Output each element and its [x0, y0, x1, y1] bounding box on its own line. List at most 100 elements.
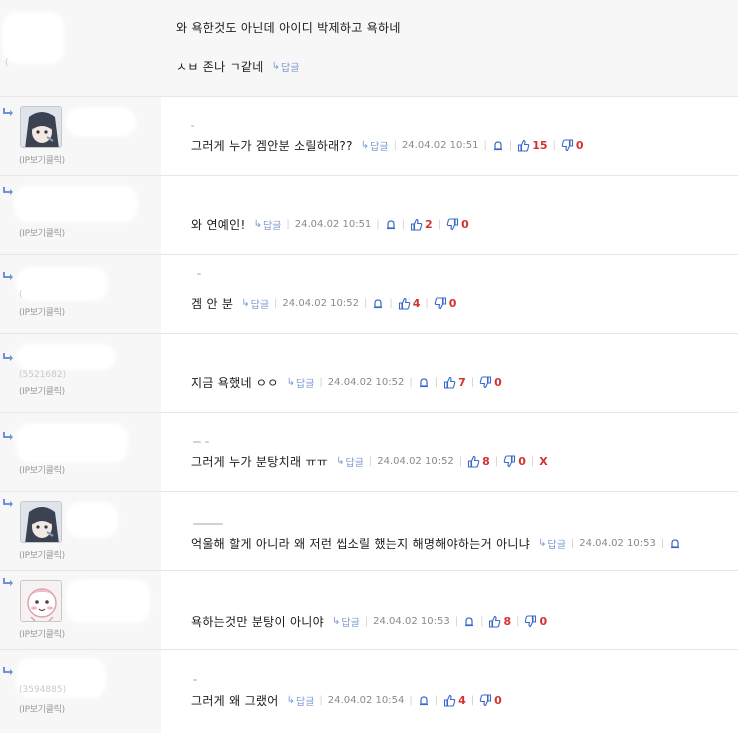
delete-button[interactable]: X — [539, 455, 547, 468]
upvote-count: 7 — [458, 376, 466, 389]
thumbs-down-icon[interactable] — [479, 376, 492, 389]
ip-view-link[interactable]: (IP보기클릭) — [19, 226, 65, 239]
parent-text-line-1: 와 욕한것도 아닌데 아이디 박제하고 욕하네 — [176, 19, 401, 36]
timestamp: 24.04.02 10:51 — [401, 140, 479, 151]
bell-icon[interactable] — [372, 298, 384, 310]
bell-icon[interactable] — [492, 140, 504, 152]
separator: | — [470, 695, 475, 706]
downvote-count: 0 — [494, 376, 502, 389]
thumbs-down-icon[interactable] — [446, 218, 459, 231]
comment-text: 와 연예인! — [191, 218, 246, 232]
upvote-count: 15 — [532, 139, 548, 152]
reply-button[interactable]: ↳ 답글 — [336, 454, 364, 469]
comment-body — [161, 571, 738, 649]
separator: | — [570, 538, 575, 549]
reply-button[interactable]: ↳ 답글 — [287, 693, 315, 708]
separator: | — [516, 616, 520, 627]
bell-icon[interactable] — [418, 377, 430, 389]
divider-mark — [193, 523, 223, 525]
thumbs-up-icon[interactable] — [443, 376, 456, 389]
ip-view-link[interactable]: (IP보기클릭) — [19, 153, 65, 166]
avatar[interactable] — [20, 106, 62, 148]
comment-body — [161, 413, 738, 491]
separator: | — [401, 219, 406, 230]
thumbs-up-icon[interactable] — [398, 297, 411, 310]
ip-view-link[interactable]: (IP보기클릭) — [19, 627, 65, 640]
bell-icon[interactable] — [463, 616, 475, 628]
thumbs-down-icon[interactable] — [524, 615, 537, 628]
redacted-author — [16, 344, 116, 370]
bell-icon[interactable] — [385, 219, 397, 231]
timestamp: 24.04.02 10:53 — [579, 538, 656, 549]
reply-button[interactable]: ↳ 답글 — [254, 217, 282, 232]
reply-button[interactable]: ↳ 답글 — [241, 296, 269, 311]
comment-line: 그러게 왜 그랬어 ↳ 답글 | 24.04.02 10:54 | | 4 | 0 — [191, 692, 502, 709]
redacted-author — [16, 267, 108, 301]
separator: | — [409, 377, 413, 388]
thumbs-up-icon[interactable] — [517, 139, 530, 152]
reply-arrow-icon: ↳ — [271, 61, 281, 72]
thumbs-up-icon[interactable] — [443, 694, 456, 707]
thumbs-up-icon[interactable] — [410, 218, 423, 231]
separator: | — [319, 377, 323, 388]
faint-text: ( — [5, 58, 9, 68]
comment-body — [161, 334, 738, 412]
ip-view-link[interactable]: (IP보기클릭) — [19, 305, 65, 318]
avatar[interactable] — [20, 501, 62, 543]
reply-arrow-icon: ↳ — [538, 538, 547, 549]
timestamp: 24.04.02 10:52 — [282, 298, 359, 309]
separator: | — [480, 616, 484, 627]
upvote-count: 4 — [412, 297, 421, 310]
author-panel: ( — [0, 0, 161, 96]
thumbs-down-icon[interactable] — [434, 297, 447, 310]
reply-comment: (IP보기클릭) 억울해 할게 아니라 왜 저런 씹소릴 했는지 해명해야하는거… — [0, 492, 738, 571]
thumbs-up-icon[interactable] — [488, 615, 501, 628]
comment-text: 와 욕한것도 아닌데 아이디 박제하고 욕하네 — [176, 21, 401, 35]
separator: | — [483, 140, 487, 151]
comment-text: 겜 안 분 — [191, 297, 234, 311]
author-panel: (5521682) (IP보기클릭) — [0, 334, 161, 412]
reply-comment: (IP보기클릭) 와 연예인! ↳ 답글 | 24.04.02 10:51 | |… — [0, 176, 738, 255]
reply-button[interactable]: ↳ 답글 — [272, 59, 300, 74]
comment-line: 겜 안 분 ↳ 답글 | 24.04.02 10:52 | | 4 | 0 — [191, 295, 456, 312]
avatar[interactable] — [20, 580, 62, 622]
comment-line: 억울해 할게 아니라 왜 저런 씹소릴 했는지 해명해야하는거 아니냐 ↳ 답글 … — [191, 535, 681, 552]
ip-view-link[interactable]: (IP보기클릭) — [19, 548, 65, 561]
reply-comment: (IP보기클릭) 욕하는것만 분탕이 아니야 ↳ 답글 | 24.04.02 10… — [0, 571, 738, 650]
downvote-count: 0 — [539, 615, 548, 628]
ip-view-link[interactable]: (IP보기클릭) — [19, 384, 65, 397]
author-panel: (IP보기클릭) — [0, 492, 161, 570]
separator: | — [437, 219, 442, 230]
reply-button[interactable]: ↳ 답글 — [332, 614, 360, 629]
ip-view-link[interactable]: (IP보기클릭) — [19, 463, 65, 476]
comment-text: 그러게 왜 그랬어 — [191, 694, 279, 708]
separator: | — [494, 456, 499, 467]
reply-comment: ( (IP보기클릭) 겜 안 분 ↳ 답글 | 24.04.02 10:52 | … — [0, 255, 738, 334]
reply-button[interactable]: ↳ 답글 — [538, 536, 566, 551]
reply-button[interactable]: ↳ 답글 — [287, 375, 315, 390]
thumbs-down-icon[interactable] — [561, 139, 574, 152]
thumbs-down-icon[interactable] — [479, 694, 492, 707]
redacted-author — [66, 502, 118, 538]
divider-mark — [197, 273, 201, 275]
timestamp: 24.04.02 10:52 — [327, 377, 405, 388]
comment-body — [161, 176, 738, 254]
thumbs-up-icon[interactable] — [467, 455, 480, 468]
bell-icon[interactable] — [669, 538, 681, 550]
timestamp: 24.04.02 10:54 — [327, 695, 405, 706]
reply-arrow-icon: ↳ — [331, 616, 341, 627]
reply-indicator-icon — [2, 577, 14, 587]
bell-icon[interactable] — [418, 695, 430, 707]
thumbs-down-icon[interactable] — [503, 455, 516, 468]
separator: | — [434, 377, 439, 388]
upvote-count: 4 — [458, 694, 466, 707]
author-panel: (IP보기클릭) — [0, 97, 161, 175]
reply-indicator-icon — [2, 666, 14, 676]
author-panel: (IP보기클릭) — [0, 176, 161, 254]
reply-arrow-icon: ↳ — [241, 298, 250, 309]
reply-button[interactable]: ↳ 답글 — [361, 138, 389, 153]
faint-text: (5521682) — [19, 370, 67, 380]
comment-thread: ( 와 욕한것도 아닌데 아이디 박제하고 욕하네 ㅅㅂ 존나 ㄱ같네 ↳ 답글 … — [0, 0, 738, 733]
ip-view-link[interactable]: (IP보기클릭) — [19, 702, 65, 715]
divider-mark — [191, 125, 194, 127]
